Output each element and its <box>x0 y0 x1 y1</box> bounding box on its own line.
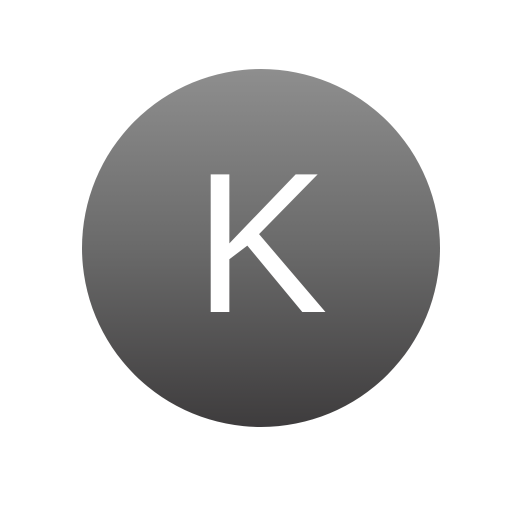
avatar: K <box>82 69 440 427</box>
avatar-canvas: K <box>0 0 512 512</box>
avatar-initial: K <box>194 132 328 355</box>
